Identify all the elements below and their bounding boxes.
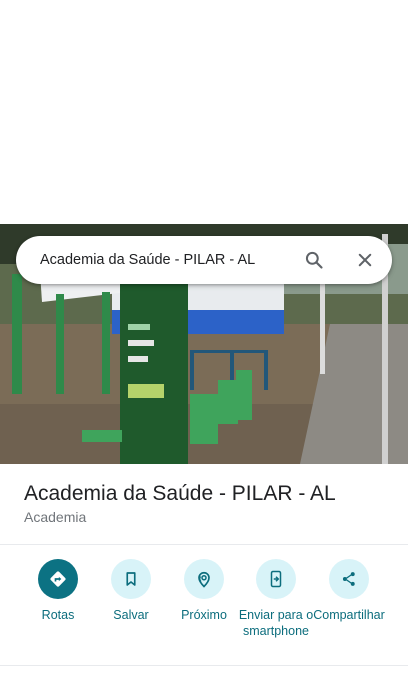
directions-label: Rotas bbox=[41, 608, 75, 622]
search-input[interactable]: Academia da Saúde - PILAR - AL bbox=[40, 252, 302, 268]
save-label: Salvar bbox=[113, 608, 149, 622]
share-label: Compartilhar bbox=[313, 608, 385, 622]
map-blank-area bbox=[0, 0, 408, 224]
send-to-phone-button[interactable]: Enviar para o smartphone bbox=[238, 559, 314, 639]
search-icon[interactable] bbox=[302, 248, 326, 272]
close-icon[interactable] bbox=[353, 248, 377, 272]
search-bar[interactable]: Academia da Saúde - PILAR - AL bbox=[16, 236, 392, 284]
share-button[interactable]: Compartilhar bbox=[311, 559, 387, 624]
send-to-phone-label: Enviar para o smartphone bbox=[238, 608, 314, 638]
save-button[interactable]: Salvar bbox=[93, 559, 169, 624]
directions-button[interactable]: Rotas bbox=[20, 559, 96, 624]
place-category[interactable]: Academia bbox=[24, 509, 86, 525]
send-to-phone-icon bbox=[256, 559, 296, 599]
place-title: Academia da Saúde - PILAR - AL bbox=[24, 482, 336, 505]
divider bbox=[0, 544, 408, 545]
bookmark-icon bbox=[111, 559, 151, 599]
nearby-label: Próximo bbox=[181, 608, 227, 622]
share-icon bbox=[329, 559, 369, 599]
directions-icon bbox=[38, 559, 78, 599]
nearby-icon bbox=[184, 559, 224, 599]
divider bbox=[0, 665, 408, 666]
nearby-button[interactable]: Próximo bbox=[166, 559, 242, 624]
